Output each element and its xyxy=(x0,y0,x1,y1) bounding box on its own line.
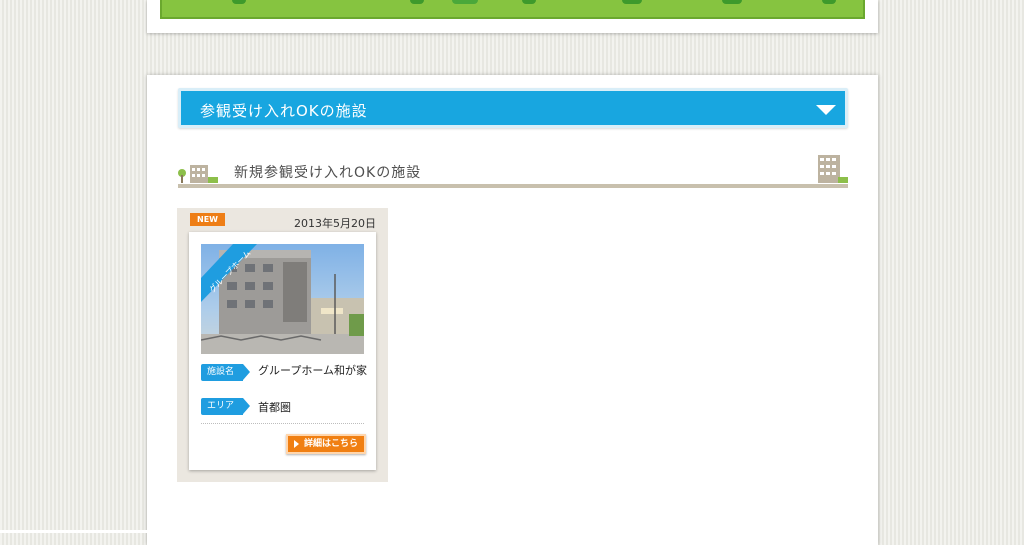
banner-decoration-icon xyxy=(822,0,836,4)
detail-button-label: 詳細はこちら xyxy=(304,439,359,449)
facility-card: NEW 2013年5月20日 グループホーム 施設名 グループホーム和が家 エリ… xyxy=(177,208,388,482)
building-icon xyxy=(818,155,848,183)
sub-header: 新規参観受け入れOKの施設 xyxy=(178,155,848,188)
card-inner: グループホーム 施設名 グループホーム和が家 エリア 首都圏 詳細はこちら xyxy=(189,232,376,470)
subsection-title: 新規参観受け入れOKの施設 xyxy=(234,165,422,181)
banner-decoration-icon xyxy=(622,0,642,4)
ribbon-wrap: グループホーム xyxy=(201,244,364,354)
facility-name-label: 施設名 xyxy=(201,364,250,381)
area-label: エリア xyxy=(201,398,250,415)
banner-decoration-icon xyxy=(522,0,536,4)
section-title: 参観受け入れOKの施設 xyxy=(200,102,368,120)
facility-name-value: グループホーム和が家 xyxy=(258,364,368,377)
banner-decoration-icon xyxy=(722,0,742,4)
main-panel: 参観受け入れOKの施設 新規参観受け入れOKの施設 NEW 2013年5月20日… xyxy=(147,75,878,545)
new-badge: NEW xyxy=(190,213,225,226)
top-panel xyxy=(147,0,878,33)
banner-decoration-icon xyxy=(410,0,424,4)
section-header[interactable]: 参観受け入れOKの施設 xyxy=(178,88,848,128)
card-divider xyxy=(201,423,364,424)
sub-header-divider xyxy=(178,184,848,188)
banner-decoration-icon xyxy=(232,0,246,4)
banner-decoration-icon xyxy=(452,0,478,4)
detail-button[interactable]: 詳細はこちら xyxy=(286,434,366,454)
top-banner[interactable] xyxy=(160,0,865,19)
facility-photo[interactable]: グループホーム xyxy=(201,244,364,354)
building-icon xyxy=(178,165,218,183)
area-value: 首都圏 xyxy=(258,401,291,414)
play-icon xyxy=(294,440,299,448)
chevron-down-icon[interactable] xyxy=(816,105,836,115)
ribbon-shape xyxy=(201,244,257,302)
card-date: 2013年5月20日 xyxy=(294,217,376,230)
